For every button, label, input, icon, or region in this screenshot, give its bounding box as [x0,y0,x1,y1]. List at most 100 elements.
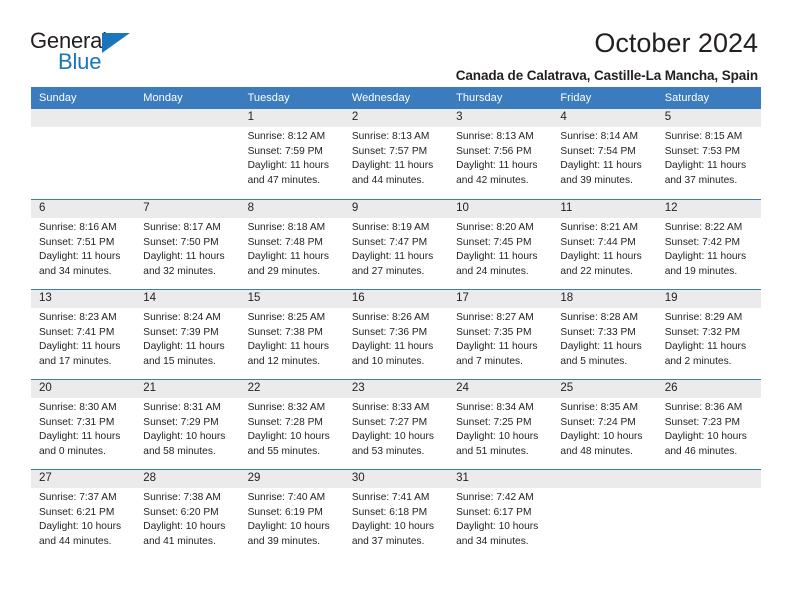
day-cell[interactable]: 1 Sunrise: 8:12 AM Sunset: 7:59 PM Daylight… [239,109,344,199]
daylight-text: Daylight: 11 hours [664,341,747,353]
day-number: 29 [239,470,344,488]
day-number: 3 [448,109,553,127]
day-cell[interactable]: 7 Sunrise: 8:17 AM Sunset: 7:50 PM Daylight… [135,200,240,289]
day-cell[interactable]: 5 Sunrise: 8:15 AM Sunset: 7:53 PM Daylight… [656,109,761,199]
daylight-text: and 34 minutes. [456,535,529,547]
sunrise-text: Sunrise: 8:29 AM [664,312,743,323]
calendar-week-row: 13 Sunrise: 8:23 AM Sunset: 7:41 PM Dayligh… [31,289,761,379]
day-cell[interactable]: 22 Sunrise: 8:32 AM Sunset: 7:28 PM Dayligh… [239,380,344,469]
daylight-text: and 27 minutes. [351,265,425,277]
day-number: 22 [239,380,344,398]
sunrise-text: Sunrise: 8:22 AM [664,222,743,233]
day-details: Sunrise: 8:22 AM Sunset: 7:42 PM Daylight:… [657,218,761,279]
daylight-text: Daylight: 11 hours [560,251,642,263]
day-details: Sunrise: 8:12 AM Sunset: 7:59 PM Daylight:… [240,127,344,188]
sunrise-text: Sunrise: 8:19 AM [351,222,430,233]
day-details [657,488,761,491]
daylight-text: and 39 minutes. [560,174,633,186]
day-number: 10 [448,200,553,218]
day-details: Sunrise: 8:18 AM Sunset: 7:48 PM Daylight:… [240,218,344,279]
calendar-week-row: 20 Sunrise: 8:30 AM Sunset: 7:31 PM Dayligh… [31,379,761,469]
day-number: 19 [656,290,761,308]
day-cell[interactable]: 21 Sunrise: 8:31 AM Sunset: 7:29 PM Dayligh… [135,380,240,469]
day-cell-empty [31,109,136,199]
day-cell[interactable]: 23 Sunrise: 8:33 AM Sunset: 7:27 PM Dayligh… [343,380,449,469]
day-details: Sunrise: 8:21 AM Sunset: 7:44 PM Daylight:… [552,218,656,279]
sunrise-text: Sunrise: 8:25 AM [247,312,326,323]
daylight-text: and 22 minutes. [560,265,633,277]
daylight-text: and 34 minutes. [39,265,112,277]
day-cell-empty [656,470,761,559]
day-cell[interactable]: 12 Sunrise: 8:22 AM Sunset: 7:42 PM Dayligh… [656,200,761,289]
day-cell[interactable]: 29 Sunrise: 7:40 AM Sunset: 6:19 PM Dayligh… [239,470,344,559]
day-cell[interactable]: 13 Sunrise: 8:23 AM Sunset: 7:41 PM Dayligh… [31,290,136,379]
sunset-text: Sunset: 7:50 PM [143,236,219,248]
daylight-text: Daylight: 10 hours [247,521,330,533]
day-cell[interactable]: 18 Sunrise: 8:28 AM Sunset: 7:33 PM Dayligh… [552,290,657,379]
day-cell[interactable]: 28 Sunrise: 7:38 AM Sunset: 6:20 PM Dayligh… [135,470,240,559]
day-number: 14 [135,290,240,308]
day-number: 17 [448,290,553,308]
daylight-text: and 7 minutes. [456,355,523,367]
daylight-text: and 58 minutes. [143,445,216,457]
day-cell[interactable]: 24 Sunrise: 8:34 AM Sunset: 7:25 PM Dayligh… [448,380,553,469]
daylight-text: Daylight: 10 hours [247,431,330,443]
sunrise-text: Sunrise: 8:12 AM [247,131,326,142]
daylight-text: Daylight: 11 hours [39,251,121,263]
daylight-text: Daylight: 10 hours [456,521,539,533]
day-cell[interactable]: 30 Sunrise: 7:41 AM Sunset: 6:18 PM Dayligh… [343,470,449,559]
daylight-text: Daylight: 11 hours [456,160,538,172]
sunset-text: Sunset: 7:41 PM [39,326,115,338]
sunrise-text: Sunrise: 8:36 AM [664,402,743,413]
day-number: 13 [31,290,136,308]
sunset-text: Sunset: 7:48 PM [247,236,323,248]
day-cell[interactable]: 6 Sunrise: 8:16 AM Sunset: 7:51 PM Daylight… [31,200,136,289]
day-cell[interactable]: 16 Sunrise: 8:26 AM Sunset: 7:36 PM Dayligh… [343,290,449,379]
day-cell[interactable]: 26 Sunrise: 8:36 AM Sunset: 7:23 PM Dayligh… [656,380,761,469]
sunrise-text: Sunrise: 7:37 AM [39,492,117,503]
general-blue-logo[interactable]: General Blue [30,26,150,76]
day-cell[interactable]: 15 Sunrise: 8:25 AM Sunset: 7:38 PM Dayligh… [239,290,344,379]
daylight-text: Daylight: 10 hours [664,431,747,443]
day-cell[interactable]: 19 Sunrise: 8:29 AM Sunset: 7:32 PM Dayligh… [656,290,761,379]
day-cell[interactable]: 8 Sunrise: 8:18 AM Sunset: 7:48 PM Daylight… [239,200,344,289]
sunset-text: Sunset: 7:35 PM [456,326,532,338]
day-cell[interactable]: 3 Sunrise: 8:13 AM Sunset: 7:56 PM Daylight… [448,109,553,199]
day-cell[interactable]: 25 Sunrise: 8:35 AM Sunset: 7:24 PM Dayligh… [552,380,657,469]
sunrise-text: Sunrise: 8:21 AM [560,222,638,233]
day-number: 26 [656,380,761,398]
day-cell[interactable]: 14 Sunrise: 8:24 AM Sunset: 7:39 PM Dayligh… [135,290,240,379]
sunrise-text: Sunrise: 8:32 AM [247,402,326,413]
day-details: Sunrise: 8:30 AM Sunset: 7:31 PM Daylight:… [31,398,135,459]
sunrise-text: Sunrise: 8:35 AM [560,402,638,413]
day-details: Sunrise: 7:40 AM Sunset: 6:19 PM Daylight:… [240,488,344,549]
sunrise-text: Sunrise: 8:23 AM [39,312,117,323]
day-cell[interactable]: 17 Sunrise: 8:27 AM Sunset: 7:35 PM Dayligh… [448,290,553,379]
daylight-text: and 55 minutes. [247,445,321,457]
day-cell[interactable]: 2 Sunrise: 8:13 AM Sunset: 7:57 PM Daylight… [343,109,449,199]
sunset-text: Sunset: 7:29 PM [143,416,219,428]
daylight-text: Daylight: 11 hours [247,251,329,263]
day-details: Sunrise: 7:41 AM Sunset: 6:18 PM Daylight:… [344,488,448,549]
sunset-text: Sunset: 7:57 PM [351,145,428,157]
daylight-text: Daylight: 10 hours [143,431,226,443]
daylight-text: Daylight: 11 hours [664,251,747,263]
daylight-text: Daylight: 11 hours [456,341,538,353]
sunrise-text: Sunrise: 7:40 AM [247,492,326,503]
day-details: Sunrise: 8:13 AM Sunset: 7:56 PM Daylight:… [448,127,552,188]
sunset-text: Sunset: 7:56 PM [456,145,532,157]
day-cell[interactable]: 9 Sunrise: 8:19 AM Sunset: 7:47 PM Daylight… [343,200,449,289]
day-number: 27 [31,470,136,488]
day-cell[interactable]: 4 Sunrise: 8:14 AM Sunset: 7:54 PM Daylight… [552,109,657,199]
triangle-icon [102,33,130,53]
day-cell[interactable]: 20 Sunrise: 8:30 AM Sunset: 7:31 PM Dayligh… [31,380,136,469]
day-cell[interactable]: 11 Sunrise: 8:21 AM Sunset: 7:44 PM Dayligh… [552,200,657,289]
day-cell[interactable]: 10 Sunrise: 8:20 AM Sunset: 7:45 PM Dayligh… [448,200,553,289]
day-cell[interactable]: 31 Sunrise: 7:42 AM Sunset: 6:17 PM Dayligh… [448,470,553,559]
day-details: Sunrise: 8:25 AM Sunset: 7:38 PM Daylight:… [240,308,344,369]
day-details: Sunrise: 8:35 AM Sunset: 7:24 PM Daylight:… [552,398,656,459]
daylight-text: and 10 minutes. [351,355,425,367]
day-details: Sunrise: 8:27 AM Sunset: 7:35 PM Daylight:… [448,308,552,369]
day-cell[interactable]: 27 Sunrise: 7:37 AM Sunset: 6:21 PM Dayligh… [31,470,136,559]
daylight-text: and 42 minutes. [456,174,529,186]
